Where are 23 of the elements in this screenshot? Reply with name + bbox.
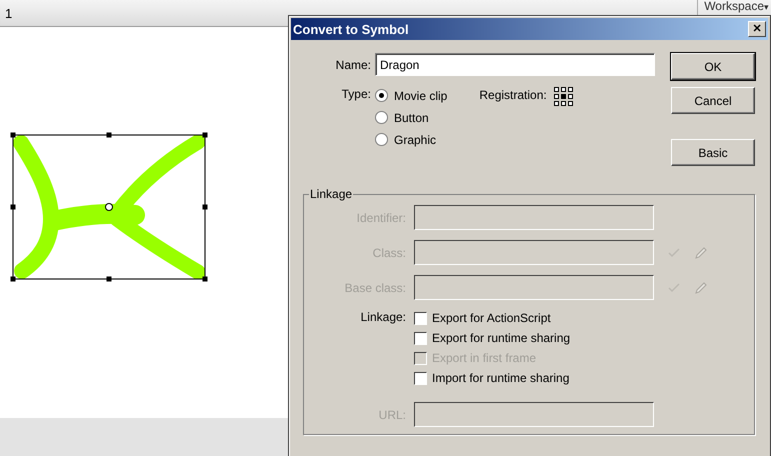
close-button[interactable]: ✕ <box>748 21 766 37</box>
group-legend: Linkage <box>309 187 354 201</box>
linkage-label: Linkage: <box>360 310 407 324</box>
registration-label: Registration: <box>479 87 547 104</box>
dialog-button[interactable]: Cancel <box>671 87 755 114</box>
linkage-checkbox[interactable]: Export for runtime sharing <box>414 330 570 346</box>
dialog-button[interactable]: OK <box>671 53 755 80</box>
type-radio[interactable]: Button <box>375 109 448 126</box>
linkage-checkbox[interactable]: Export for ActionScript <box>414 310 570 326</box>
type-radio[interactable]: Graphic <box>375 131 448 148</box>
transform-point-icon[interactable] <box>105 203 113 211</box>
name-label: Name: <box>334 58 372 72</box>
name-field[interactable]: Dragon <box>375 53 655 76</box>
radio-icon[interactable] <box>375 111 388 124</box>
dialog-button[interactable]: Basic <box>671 139 755 166</box>
linkage-checkbox[interactable]: Import for runtime sharing <box>414 370 570 386</box>
type-label: Type: <box>340 87 372 101</box>
frame-label: 1 <box>4 6 12 20</box>
type-radio[interactable]: Movie clip <box>375 87 448 104</box>
window-title: Convert to Symbol <box>292 22 409 36</box>
radio-icon[interactable] <box>375 89 388 102</box>
radio-icon[interactable] <box>375 133 388 146</box>
registration-grid-icon[interactable] <box>554 87 573 106</box>
